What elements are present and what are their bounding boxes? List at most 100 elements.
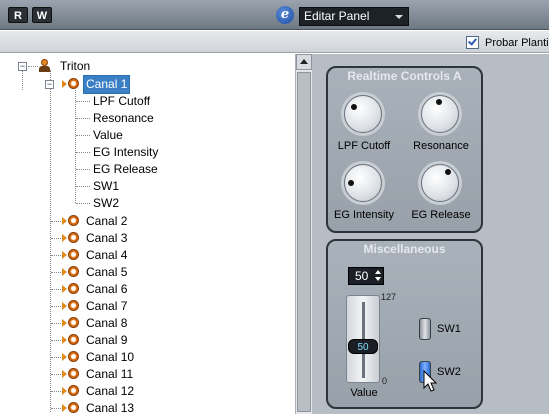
- fader-min-label: 0: [382, 376, 388, 386]
- tree-root-triton[interactable]: − Triton: [0, 58, 200, 75]
- top-toolbar: R W e Editar Panel: [0, 0, 549, 30]
- tree-param-label: EG Intensity: [93, 145, 159, 159]
- tree-guide-line: [51, 255, 61, 256]
- group-title: Realtime Controls A: [347, 69, 462, 83]
- tree-item-canal-11[interactable]: Canal 11: [0, 366, 200, 383]
- channel-icon: [62, 215, 80, 227]
- tree-item-canal-4[interactable]: Canal 4: [0, 247, 200, 264]
- channel-icon: [62, 232, 80, 244]
- tree-param-eg-release[interactable]: EG Release: [0, 161, 200, 178]
- test-template-checkbox[interactable]: [466, 36, 479, 49]
- tree-item-label: Canal 4: [86, 248, 128, 262]
- device-tree: − Triton − Canal 1 LPF Cutoff Resonance …: [0, 54, 295, 414]
- tree-param-label: SW1: [93, 179, 120, 193]
- tree-item-label: Canal 5: [86, 265, 128, 279]
- tree-item-canal-13[interactable]: Canal 13: [0, 400, 200, 414]
- channel-icon: [62, 317, 80, 329]
- tree-guide-line: [51, 221, 61, 222]
- tree-guide-line: [76, 152, 90, 153]
- chevron-down-icon: [395, 15, 403, 19]
- tree-item-canal-1[interactable]: − Canal 1: [0, 75, 200, 94]
- tree-item-label: Canal 10: [86, 350, 135, 364]
- fader-label: Value: [350, 387, 378, 399]
- tree-item-canal-10[interactable]: Canal 10: [0, 349, 200, 366]
- read-button[interactable]: R: [8, 7, 28, 23]
- tree-item-canal-2[interactable]: Canal 2: [0, 213, 200, 230]
- test-template-label: Probar Plantilla: [485, 37, 549, 49]
- channel-icon: [62, 351, 80, 363]
- knob-label: Resonance: [413, 140, 469, 152]
- tree-item-canal-7[interactable]: Canal 7: [0, 298, 200, 315]
- tree-scrollbar[interactable]: [295, 54, 312, 414]
- tree-item-canal-9[interactable]: Canal 9: [0, 332, 200, 349]
- tree-guide-line: [76, 203, 90, 204]
- lpf-cutoff-knob[interactable]: [344, 95, 382, 133]
- collapse-icon[interactable]: −: [18, 62, 27, 71]
- tree-param-eg-intensity[interactable]: EG Intensity: [0, 144, 200, 161]
- tree-param-value[interactable]: Value: [0, 127, 200, 144]
- collapse-icon[interactable]: −: [45, 80, 54, 89]
- spinner-icon[interactable]: [375, 270, 381, 282]
- panel-mode-value: Editar Panel: [304, 9, 370, 23]
- tree-guide-line: [51, 323, 61, 324]
- channel-icon: [62, 78, 80, 90]
- tree-item-canal-12[interactable]: Canal 12: [0, 383, 200, 400]
- tree-guide-line: [51, 391, 61, 392]
- tree-root-label: Triton: [60, 59, 91, 73]
- sw2-label: SW2: [437, 366, 461, 378]
- tree-item-label: Canal 8: [86, 316, 128, 330]
- channel-icon: [62, 385, 80, 397]
- eg-intensity-knob[interactable]: [344, 164, 382, 202]
- tree-guide-line: [51, 272, 61, 273]
- tree-guide-line: [76, 101, 90, 102]
- resonance-knob[interactable]: [421, 95, 459, 133]
- tree-item-label: Canal 1: [82, 75, 131, 94]
- tree-guide-line: [51, 306, 61, 307]
- tree-param-label: Resonance: [93, 111, 154, 125]
- scroll-thumb[interactable]: [297, 72, 311, 412]
- tree-item-label: Canal 2: [86, 214, 128, 228]
- tree-guide-line: [51, 289, 61, 290]
- knob-label: EG Intensity: [334, 209, 394, 221]
- tree-guide-line: [76, 169, 90, 170]
- tree-item-label: Canal 6: [86, 282, 128, 296]
- tree-guide-line: [28, 66, 38, 67]
- tree-guide-line: [51, 408, 61, 409]
- tree-param-sw2[interactable]: SW2: [0, 195, 200, 212]
- tree-item-canal-5[interactable]: Canal 5: [0, 264, 200, 281]
- tree-param-label: SW2: [93, 196, 120, 210]
- tree-param-lpf-cutoff[interactable]: LPF Cutoff: [0, 93, 200, 110]
- channel-icon: [62, 368, 80, 380]
- tree-item-canal-8[interactable]: Canal 8: [0, 315, 200, 332]
- tree-item-canal-3[interactable]: Canal 3: [0, 230, 200, 247]
- eg-release-knob[interactable]: [421, 164, 459, 202]
- edit-e-icon[interactable]: e: [276, 6, 294, 24]
- tree-param-sw1[interactable]: SW1: [0, 178, 200, 195]
- fader-max-label: 127: [381, 292, 397, 302]
- tree-item-label: Canal 3: [86, 231, 128, 245]
- tree-param-resonance[interactable]: Resonance: [0, 110, 200, 127]
- tree-guide-line: [76, 118, 90, 119]
- tree-guide-line: [51, 238, 61, 239]
- tree-param-label: Value: [93, 128, 123, 142]
- tree-item-canal-6[interactable]: Canal 6: [0, 281, 200, 298]
- tree-guide-line: [51, 357, 61, 358]
- knob-label: EG Release: [411, 209, 471, 221]
- tree-guide-line: [51, 374, 61, 375]
- fader-handle[interactable]: 50: [348, 339, 378, 354]
- person-icon: [38, 59, 50, 73]
- knob-label: LPF Cutoff: [337, 140, 391, 152]
- tree-param-label: LPF Cutoff: [93, 94, 151, 108]
- tree-item-label: Canal 7: [86, 299, 128, 313]
- arrow-up-icon: [300, 59, 308, 64]
- checkmark-icon: [468, 36, 477, 46]
- write-button[interactable]: W: [32, 7, 52, 23]
- channel-icon: [62, 402, 80, 414]
- sw1-switch[interactable]: [419, 318, 431, 340]
- tree-guide-line: [76, 135, 90, 136]
- tree-item-label: Canal 12: [86, 384, 135, 398]
- value-number-field[interactable]: 50: [348, 267, 384, 285]
- sw1-label: SW1: [437, 323, 461, 335]
- panel-mode-select[interactable]: Editar Panel: [299, 7, 409, 26]
- scroll-up-button[interactable]: [296, 54, 312, 70]
